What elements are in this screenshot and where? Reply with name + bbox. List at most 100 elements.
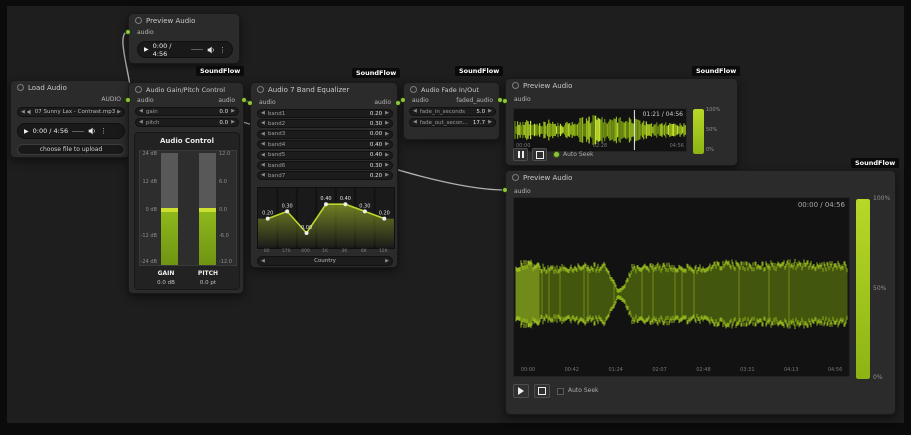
collapse-icon[interactable] <box>512 174 519 181</box>
auto-seek-checkbox[interactable] <box>557 388 564 395</box>
menu-icon[interactable]: ⋮ <box>100 127 107 135</box>
gain-tick: 0 dB <box>145 207 157 213</box>
widget-band1[interactable]: ◀ band1 0.20 ▶ <box>257 109 393 118</box>
widget-band4[interactable]: ◀ band4 0.40 ▶ <box>257 140 393 150</box>
increment-icon[interactable]: ▶ <box>231 109 235 114</box>
widget-name: band2 <box>267 120 286 127</box>
increment-icon[interactable]: ▶ <box>385 152 389 158</box>
node-equalizer[interactable]: Audio 7 Band Equalizer audio audio ◀ ban… <box>250 82 398 268</box>
upload-button[interactable]: choose file to upload <box>17 144 125 155</box>
collapse-icon[interactable] <box>135 17 142 24</box>
auto-seek-checkbox[interactable] <box>553 151 560 158</box>
input-dot-audio[interactable] <box>400 97 406 103</box>
widget-band5[interactable]: ◀ band5 0.40 ▶ <box>257 150 393 160</box>
widget-name: band4 <box>267 141 286 148</box>
node-load-audio[interactable]: Load Audio AUDIO ◀ 07 Sunny Lax - Contra… <box>10 80 130 158</box>
collapse-icon[interactable] <box>17 84 24 91</box>
widget-name: band3 <box>267 131 286 138</box>
speaker-icon[interactable] <box>88 127 96 135</box>
play-button[interactable] <box>513 384 529 398</box>
input-label-audio: audio <box>137 97 154 104</box>
soundflow-badge: SoundFlow <box>196 66 245 76</box>
waveform-display[interactable]: 00:00 / 04:56 00:00 00:42 01:24 02:07 02:48 0… <box>513 197 850 377</box>
node-preview-audio-big[interactable]: Preview Audio audio 00:00 / 04:56 00:00 0… <box>505 170 896 415</box>
widget-fade-out[interactable]: ◀ fade_out_secon... 17.7 ▶ <box>409 118 496 127</box>
widget-band7[interactable]: ◀ band7 0.20 ▶ <box>257 171 393 181</box>
gain-meter-value-cap <box>161 208 178 212</box>
pause-button[interactable] <box>513 148 528 161</box>
node-fade[interactable]: Audio Fade In/Out audio faded_audio ◀ fa… <box>403 82 500 140</box>
widget-pitch[interactable]: ◀ pitch 0.0 ▶ <box>135 118 239 127</box>
decrement-icon[interactable]: ◀ <box>261 152 265 158</box>
timeline-label: 04:13 <box>783 367 799 373</box>
menu-icon[interactable]: ⋮ <box>219 46 226 54</box>
file-name: 07 Sunny Lax - Contrast.mp3 <box>34 109 116 115</box>
decrement-icon[interactable]: ◀ <box>261 163 265 168</box>
decrement-icon[interactable]: ◀ <box>139 109 143 114</box>
widget-fade-in[interactable]: ◀ fade_in_seconds 5.0 ▶ <box>409 107 496 116</box>
volume-slider[interactable] <box>72 130 85 132</box>
input-dot-audio[interactable] <box>247 100 253 106</box>
node-title: Preview Audio <box>523 81 573 90</box>
audio-player[interactable]: ▶ 0:00 / 4:56 ⋮ <box>137 41 233 58</box>
widget-band3[interactable]: ◀ band3 0.00 ▶ <box>257 129 393 139</box>
collapse-icon[interactable] <box>410 86 417 93</box>
widget-name: band1 <box>267 110 286 117</box>
increment-icon[interactable]: ▶ <box>385 121 389 126</box>
stop-button[interactable] <box>532 148 547 161</box>
increment-icon[interactable]: ▶ <box>231 120 235 125</box>
input-dot-audio[interactable] <box>502 98 508 104</box>
decrement-icon[interactable]: ◀ <box>413 109 417 114</box>
node-title: Preview Audio <box>146 16 196 25</box>
node-preview-audio-small[interactable]: Preview Audio audio 01:21 / 04:56 00:00 … <box>505 78 738 166</box>
increment-icon[interactable]: ▶ <box>385 173 389 178</box>
increment-icon[interactable]: ▶ <box>488 109 492 114</box>
increment-icon[interactable]: ▶ <box>385 163 389 168</box>
volume-tick-100: 100% <box>706 107 721 113</box>
file-combo[interactable]: ◀ 07 Sunny Lax - Contrast.mp3 ▶ <box>17 107 125 117</box>
node-graph-canvas[interactable]: Preview Audio audio ▶ 0:00 / 4:56 ⋮ Load… <box>0 0 911 435</box>
input-dot-audio[interactable] <box>502 187 508 193</box>
play-icon[interactable]: ▶ <box>144 46 149 53</box>
volume-slider[interactable] <box>693 109 704 154</box>
pitch-tick: 0.0 <box>219 207 227 213</box>
increment-icon[interactable]: ▶ <box>385 142 389 147</box>
speaker-icon[interactable] <box>207 46 215 54</box>
pitch-tick: 12.0 <box>219 151 231 157</box>
volume-slider[interactable] <box>856 199 870 379</box>
node-preview-audio-top[interactable]: Preview Audio audio ▶ 0:00 / 4:56 ⋮ <box>128 13 240 64</box>
decrement-icon[interactable]: ◀ <box>413 120 417 125</box>
collapse-icon[interactable] <box>257 86 264 93</box>
output-label-faded-audio: faded_audio <box>456 97 493 104</box>
widget-band6[interactable]: ◀ band6 0.30 ▶ <box>257 161 393 170</box>
decrement-icon[interactable]: ◀ <box>261 131 265 137</box>
eq-freq-label: 12K <box>378 249 388 254</box>
decrement-icon[interactable]: ◀ <box>139 120 143 125</box>
svg-text:0.40: 0.40 <box>340 196 351 202</box>
decrement-icon[interactable]: ◀ <box>261 173 265 178</box>
increment-icon[interactable]: ▶ <box>488 120 492 125</box>
node-gain-pitch[interactable]: Audio Gain/Pitch Control audio audio ◀ g… <box>128 82 244 294</box>
audio-player[interactable]: ▶ 0:00 / 4:56 ⋮ <box>17 123 125 139</box>
next-arrow-icon[interactable]: ▶ <box>385 258 389 264</box>
collapse-icon[interactable] <box>135 86 142 93</box>
collapse-icon[interactable] <box>512 82 519 89</box>
stop-button[interactable] <box>534 384 550 398</box>
next-arrow-icon[interactable]: ▶ <box>117 109 121 115</box>
decrement-icon[interactable]: ◀ <box>261 121 265 126</box>
decrement-icon[interactable]: ◀ <box>261 142 265 147</box>
increment-icon[interactable]: ▶ <box>385 131 389 137</box>
input-dot-audio[interactable] <box>125 29 131 35</box>
widget-band2[interactable]: ◀ band2 0.30 ▶ <box>257 119 393 129</box>
preset-combo[interactable]: ◀ Country ▶ <box>257 256 393 266</box>
gain-value: 0.0 dB <box>157 280 175 286</box>
gain-label: GAIN <box>157 270 175 277</box>
decrement-icon[interactable]: ◀ <box>261 111 265 116</box>
play-icon[interactable]: ▶ <box>24 128 29 135</box>
volume-slider[interactable] <box>191 49 203 50</box>
widget-gain[interactable]: ◀ gain 0.0 ▶ <box>135 107 239 116</box>
increment-icon[interactable]: ▶ <box>385 111 389 116</box>
waveform-display[interactable]: 01:21 / 04:56 00:00 02:28 04:56 <box>513 108 687 152</box>
input-dot-audio[interactable] <box>125 97 131 103</box>
prev-arrow-icon[interactable]: ◀ <box>21 109 25 115</box>
